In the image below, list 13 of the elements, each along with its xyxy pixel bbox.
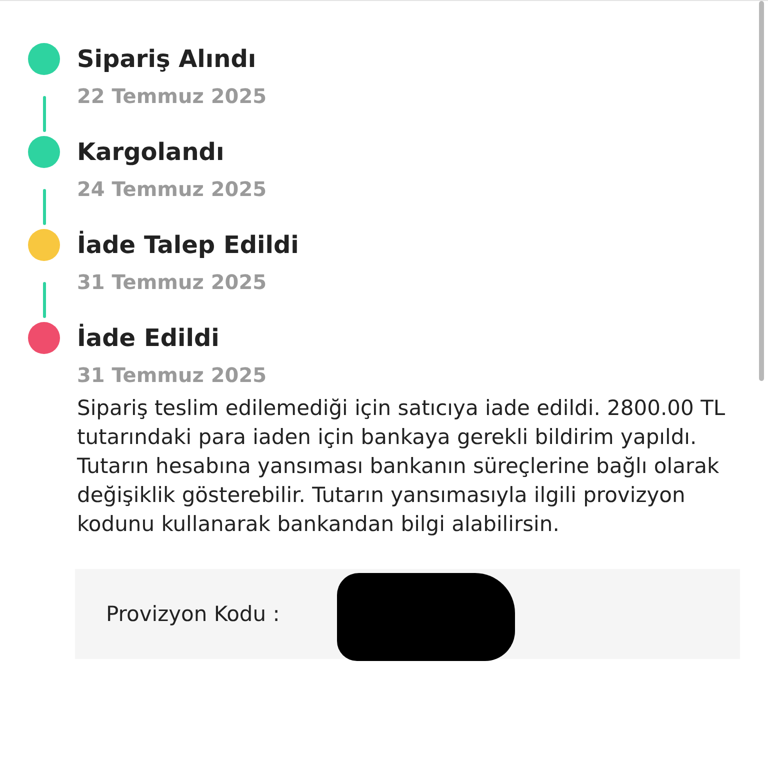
timeline-connector xyxy=(42,96,46,132)
status-title: İade Edildi xyxy=(77,322,220,354)
status-title: İade Talep Edildi xyxy=(77,230,300,261)
status-title: Sipariş Alındı xyxy=(77,44,258,75)
status-title: Kargolandı xyxy=(77,137,226,168)
status-date: 22 Temmuz 2025 xyxy=(77,83,268,110)
refund-message: Sipariş teslim edilemediği için satıcıya iade edildi. 2800.00 TL tutarındaki para iaden için bankaya gerekli bildirim yapıldı. Tutarın hesabına yansıması bankanın süreçlerine bağlı olarak değişiklik gösterebilir. Tutarın yansımasıyla ilgili provizyon kodunu kullanarak bankandan bilgi alabilirsin. xyxy=(77,395,726,538)
provision-code-label: Provizyon Kodu : xyxy=(106,602,280,626)
status-date: 31 Temmuz 2025 xyxy=(77,269,268,296)
status-date: 24 Temmuz 2025 xyxy=(77,176,268,203)
timeline-connector xyxy=(42,189,46,225)
timeline-connector xyxy=(42,282,46,318)
status-date: 31 Temmuz 2025 xyxy=(77,362,268,389)
